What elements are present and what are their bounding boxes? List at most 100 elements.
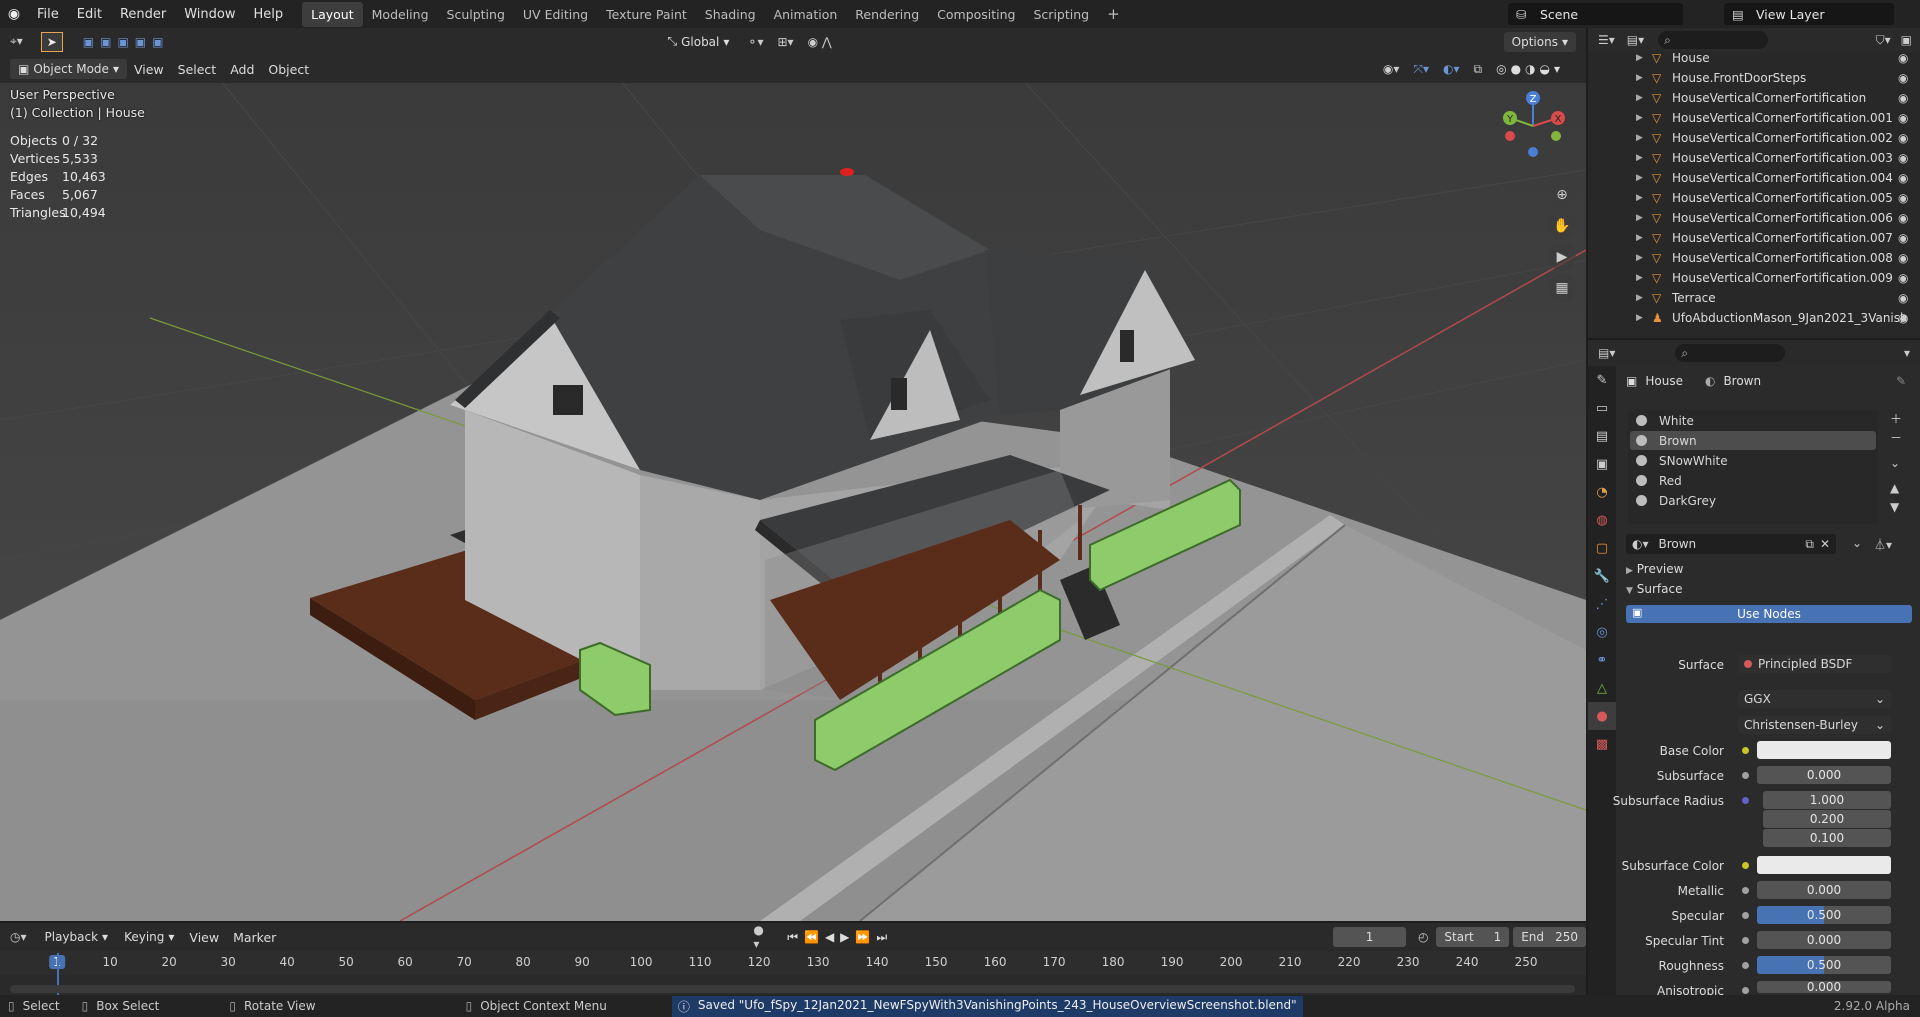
shading-modes-icon[interactable]: ◎●◑◒▾	[1496, 62, 1564, 76]
particles-tab-icon[interactable]: ⋰	[1588, 590, 1616, 618]
object-tab-icon[interactable]: ▢	[1588, 534, 1616, 562]
unlink-material-icon[interactable]: ✕	[1820, 537, 1830, 551]
modifier-tab-icon[interactable]: 🔧	[1588, 562, 1616, 590]
tab-animation[interactable]: Animation	[765, 2, 847, 27]
perspective-grid-icon[interactable]: ▦	[1548, 274, 1576, 302]
visibility-eye-icon[interactable]: ◉	[1898, 191, 1908, 205]
mode-dropdown[interactable]: ▣ Object Mode ▾	[10, 59, 127, 79]
outliner-row[interactable]: ▶ ▽ HouseVerticalCornerFortification.009 ◉	[1588, 268, 1920, 288]
physics-tab-icon[interactable]: ◎	[1588, 618, 1616, 646]
roughness-socket-icon[interactable]	[1742, 962, 1749, 969]
blender-logo-icon[interactable]: ◉	[0, 6, 28, 22]
view-layer-tab-icon[interactable]: ▣	[1588, 450, 1616, 478]
menu-object[interactable]: Object	[261, 62, 316, 77]
material-slot[interactable]: Red	[1630, 471, 1876, 490]
menu-add[interactable]: Add	[223, 62, 261, 77]
menu-file[interactable]: File	[28, 7, 68, 22]
tab-compositing[interactable]: Compositing	[928, 2, 1024, 27]
tool-tab-icon[interactable]: ✎	[1588, 366, 1616, 394]
world-tab-icon[interactable]: ◍	[1588, 506, 1616, 534]
use-nodes-button[interactable]: Use Nodes	[1626, 605, 1912, 623]
visibility-eye-icon[interactable]: ◉	[1898, 71, 1908, 85]
outliner-row[interactable]: ▶ ▽ HouseVerticalCornerFortification.006 ◉	[1588, 208, 1920, 228]
data-tab-icon[interactable]: △	[1588, 674, 1616, 702]
new-collection-icon[interactable]: ▣	[1901, 33, 1912, 47]
material-browse-icon[interactable]: ◐▾	[1632, 537, 1649, 551]
specular-socket-icon[interactable]	[1742, 912, 1749, 919]
material-slot[interactable]: White	[1630, 411, 1876, 430]
keying-dropdown[interactable]: Keying ▾	[116, 927, 183, 947]
node-icon[interactable]: ⏃▾	[1874, 536, 1892, 553]
scene-selector[interactable]: ⛁ Scene	[1508, 3, 1683, 25]
expand-arrow-icon[interactable]: ▶	[1636, 93, 1643, 103]
material-slot[interactable]: DarkGrey	[1630, 491, 1876, 510]
menu-render[interactable]: Render	[111, 7, 175, 22]
outliner-row[interactable]: ▶ ▽ House.FrontDoorSteps ◉	[1588, 68, 1920, 88]
render-tab-icon[interactable]: ▭	[1588, 394, 1616, 422]
expand-arrow-icon[interactable]: ▶	[1636, 253, 1643, 263]
tab-scripting[interactable]: Scripting	[1025, 2, 1099, 27]
material-slot[interactable]: SNowWhite	[1630, 451, 1876, 470]
outliner-row[interactable]: ▶ ▽ HouseVerticalCornerFortification.003 ◉	[1588, 148, 1920, 168]
current-frame-field[interactable]: 1	[1333, 927, 1406, 947]
outliner-editor-icon[interactable]: ☰▾	[1598, 33, 1615, 47]
subsurface-radius-y[interactable]: 0.200	[1763, 810, 1891, 828]
expand-arrow-icon[interactable]: ▶	[1636, 73, 1643, 83]
visibility-eye-icon[interactable]: ◉	[1898, 291, 1908, 305]
pan-hand-icon[interactable]: ✋	[1548, 212, 1576, 240]
expand-arrow-icon[interactable]: ▶	[1636, 173, 1643, 183]
link-dropdown-icon[interactable]: ⌄	[1852, 536, 1862, 550]
material-name-field[interactable]: Brown	[1659, 537, 1806, 551]
subsurface-color-swatch[interactable]	[1757, 856, 1891, 874]
subsurface-socket-icon[interactable]	[1742, 772, 1749, 779]
surface-shader-field[interactable]: Principled BSDF	[1738, 655, 1891, 673]
menu-view[interactable]: View	[127, 62, 171, 77]
expand-arrow-icon[interactable]: ▶	[1636, 273, 1643, 283]
menu-help[interactable]: Help	[245, 7, 293, 22]
outliner-row[interactable]: ▶ ▽ House ◉	[1588, 48, 1920, 68]
visibility-eye-icon[interactable]: ◉	[1898, 211, 1908, 225]
outliner-row[interactable]: ▶ ▽ HouseVerticalCornerFortification.002 ◉	[1588, 128, 1920, 148]
view-layer-selector[interactable]: ▤ View Layer	[1724, 3, 1894, 25]
menu-edit[interactable]: Edit	[68, 7, 111, 22]
anisotropic-socket-icon[interactable]	[1742, 987, 1749, 994]
expand-arrow-icon[interactable]: ▶	[1636, 313, 1643, 323]
tab-uv-editing[interactable]: UV Editing	[514, 2, 597, 27]
expand-arrow-icon[interactable]: ▶	[1636, 193, 1643, 203]
tab-layout[interactable]: Layout	[302, 1, 363, 27]
timeline-view-menu[interactable]: View	[182, 930, 226, 945]
roughness-slider[interactable]: 0.500	[1757, 956, 1891, 974]
outliner-row[interactable]: ▶ ♟ UfoAbductionMason_9Jan2021_3Vanish ◉	[1588, 308, 1920, 328]
expand-arrow-icon[interactable]: ▶	[1636, 293, 1643, 303]
add-workspace-icon[interactable]: +	[1098, 0, 1129, 28]
select-tool-icon[interactable]: ➤	[40, 31, 63, 52]
tab-modeling[interactable]: Modeling	[363, 2, 438, 27]
visibility-eye-icon[interactable]: ◉	[1898, 311, 1908, 325]
visibility-eye-icon[interactable]: ◉	[1898, 271, 1908, 285]
material-tab-icon[interactable]: ●	[1588, 702, 1616, 730]
xray-icon[interactable]: ⧉	[1474, 62, 1483, 77]
outliner-search[interactable]: ⌕	[1658, 31, 1769, 49]
base-color-socket-icon[interactable]	[1742, 747, 1749, 754]
outliner-row[interactable]: ▶ ▽ Terrace ◉	[1588, 288, 1920, 308]
outliner-row[interactable]: ▶ ▽ HouseVerticalCornerFortification.001 ◉	[1588, 108, 1920, 128]
stopwatch-icon[interactable]: ◴	[1418, 930, 1428, 944]
anisotropic-field[interactable]: 0.000	[1757, 981, 1891, 993]
visibility-eye-icon[interactable]: ◉	[1898, 171, 1908, 185]
visibility-eye-icon[interactable]: ◉	[1898, 231, 1908, 245]
collapse-icon[interactable]: ▾	[1904, 346, 1910, 360]
pivot-icon[interactable]: ⚬▾	[747, 35, 763, 49]
visibility-eye-icon[interactable]: ◉	[1898, 251, 1908, 265]
gizmo-toggle-icon[interactable]: ⤧▾	[1413, 62, 1429, 77]
tab-sculpting[interactable]: Sculpting	[438, 2, 514, 27]
outliner-row[interactable]: ▶ ▽ HouseVerticalCornerFortification.008 ◉	[1588, 248, 1920, 268]
subsurface-field[interactable]: 0.000	[1757, 766, 1891, 784]
properties-editor-icon[interactable]: ▤▾	[1598, 346, 1615, 360]
snap-icon[interactable]: ⊞▾	[777, 35, 793, 49]
add-slot-icon[interactable]: ＋	[1890, 410, 1902, 429]
options-dropdown[interactable]: Options ▾	[1503, 31, 1576, 52]
expand-arrow-icon[interactable]: ▶	[1636, 233, 1643, 243]
timeline-marker-menu[interactable]: Marker	[226, 930, 283, 945]
outliner-row[interactable]: ▶ ▽ HouseVerticalCornerFortification.004 ◉	[1588, 168, 1920, 188]
specular-slider[interactable]: 0.500	[1757, 906, 1891, 924]
